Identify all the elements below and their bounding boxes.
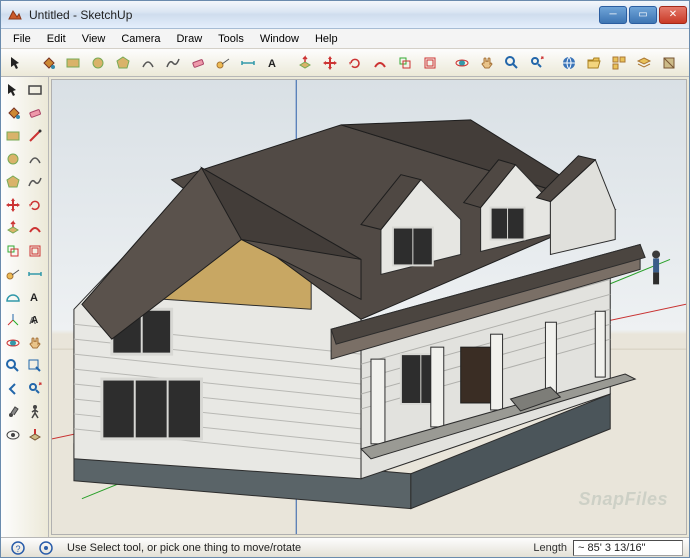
- main-area: AAA: [1, 77, 689, 537]
- rotate-icon[interactable]: [25, 195, 45, 215]
- followme-icon[interactable]: [369, 52, 391, 74]
- text-icon[interactable]: A: [262, 52, 284, 74]
- zoom-extents-icon[interactable]: [25, 379, 45, 399]
- offset-icon[interactable]: [419, 52, 441, 74]
- menu-draw[interactable]: Draw: [168, 31, 210, 47]
- move-icon[interactable]: [319, 52, 341, 74]
- orbit-icon[interactable]: [451, 52, 473, 74]
- select-arrow-icon[interactable]: [3, 80, 23, 100]
- toolbar-left: AAA: [1, 77, 49, 537]
- pushpull-icon[interactable]: [3, 218, 23, 238]
- walk-icon[interactable]: [25, 402, 45, 422]
- arc-icon[interactable]: [137, 52, 159, 74]
- eraser-icon[interactable]: [187, 52, 209, 74]
- close-button[interactable]: ✕: [659, 6, 687, 24]
- 3dwarehouse-icon[interactable]: [558, 52, 580, 74]
- menu-view[interactable]: View: [74, 31, 114, 47]
- position-camera-icon[interactable]: [3, 402, 23, 422]
- freehand-icon[interactable]: [25, 172, 45, 192]
- window-controls: ─ ▭ ✕: [599, 6, 687, 24]
- 3dtext-icon[interactable]: AA: [25, 310, 45, 330]
- rectangle-icon[interactable]: [3, 126, 23, 146]
- app-window: Untitled - SketchUp ─ ▭ ✕ FileEditViewCa…: [0, 0, 690, 558]
- previous-icon[interactable]: [3, 379, 23, 399]
- info-icon[interactable]: ?: [7, 537, 29, 558]
- orbit-icon[interactable]: [3, 333, 23, 353]
- zoom-icon[interactable]: [3, 356, 23, 376]
- freehand-icon[interactable]: [162, 52, 184, 74]
- dimension-icon[interactable]: [237, 52, 259, 74]
- pushpull-icon[interactable]: [294, 52, 316, 74]
- help-icon[interactable]: [35, 537, 57, 558]
- paint-bucket-icon[interactable]: [37, 52, 59, 74]
- rectangle-icon[interactable]: [62, 52, 84, 74]
- make-component-icon[interactable]: [25, 80, 45, 100]
- svg-text:A: A: [31, 315, 38, 326]
- minimize-button[interactable]: ─: [599, 6, 627, 24]
- section-icon[interactable]: [658, 52, 680, 74]
- menu-edit[interactable]: Edit: [39, 31, 74, 47]
- app-icon: [7, 7, 23, 23]
- pan-icon[interactable]: [25, 333, 45, 353]
- svg-text:?: ?: [15, 544, 20, 554]
- eraser-icon[interactable]: [25, 103, 45, 123]
- scale-icon[interactable]: [3, 241, 23, 261]
- tape-measure-icon[interactable]: [3, 264, 23, 284]
- select-arrow-icon[interactable]: [5, 52, 27, 74]
- section-plane-icon[interactable]: [25, 425, 45, 445]
- toolbar-top: A: [1, 49, 689, 77]
- polygon-icon[interactable]: [112, 52, 134, 74]
- dimension-icon[interactable]: [25, 264, 45, 284]
- menu-file[interactable]: File: [5, 31, 39, 47]
- look-around-icon[interactable]: [3, 425, 23, 445]
- component-icon[interactable]: [608, 52, 630, 74]
- zoom-icon[interactable]: [501, 52, 523, 74]
- tape-measure-icon[interactable]: [212, 52, 234, 74]
- titlebar: Untitled - SketchUp ─ ▭ ✕: [1, 1, 689, 29]
- polygon-icon[interactable]: [3, 172, 23, 192]
- axes-icon[interactable]: [3, 310, 23, 330]
- zoom-window-icon[interactable]: [25, 356, 45, 376]
- zoom-extents-icon[interactable]: [526, 52, 548, 74]
- menu-tools[interactable]: Tools: [210, 31, 252, 47]
- menu-help[interactable]: Help: [307, 31, 346, 47]
- menu-camera[interactable]: Camera: [113, 31, 168, 47]
- layers-icon[interactable]: [633, 52, 655, 74]
- pan-icon[interactable]: [476, 52, 498, 74]
- menu-bar: FileEditViewCameraDrawToolsWindowHelp: [1, 29, 689, 49]
- offset-icon[interactable]: [25, 241, 45, 261]
- protractor-icon[interactable]: [3, 287, 23, 307]
- status-hint: Use Select tool, or pick one thing to mo…: [63, 542, 527, 554]
- circle-icon[interactable]: [3, 149, 23, 169]
- model-viewport[interactable]: SnapFiles: [51, 79, 687, 535]
- maximize-button[interactable]: ▭: [629, 6, 657, 24]
- scale-figure: [652, 250, 660, 284]
- text-icon[interactable]: A: [25, 287, 45, 307]
- window-title: Untitled - SketchUp: [29, 8, 599, 22]
- line-icon[interactable]: [25, 126, 45, 146]
- open-icon[interactable]: [583, 52, 605, 74]
- house-model: [74, 120, 645, 509]
- svg-text:A: A: [30, 292, 38, 304]
- followme-icon[interactable]: [25, 218, 45, 238]
- circle-icon[interactable]: [87, 52, 109, 74]
- move-icon[interactable]: [3, 195, 23, 215]
- scale-icon[interactable]: [394, 52, 416, 74]
- length-value: ~ 85' 3 13/16": [573, 540, 683, 556]
- rotate-icon[interactable]: [344, 52, 366, 74]
- arc-icon[interactable]: [25, 149, 45, 169]
- length-label: Length: [533, 542, 567, 554]
- menu-window[interactable]: Window: [252, 31, 307, 47]
- paint-bucket-icon[interactable]: [3, 103, 23, 123]
- svg-text:A: A: [268, 58, 276, 70]
- status-bar: ? Use Select tool, or pick one thing to …: [1, 537, 689, 557]
- watermark: SnapFiles: [578, 489, 668, 510]
- viewport-svg: [52, 80, 686, 535]
